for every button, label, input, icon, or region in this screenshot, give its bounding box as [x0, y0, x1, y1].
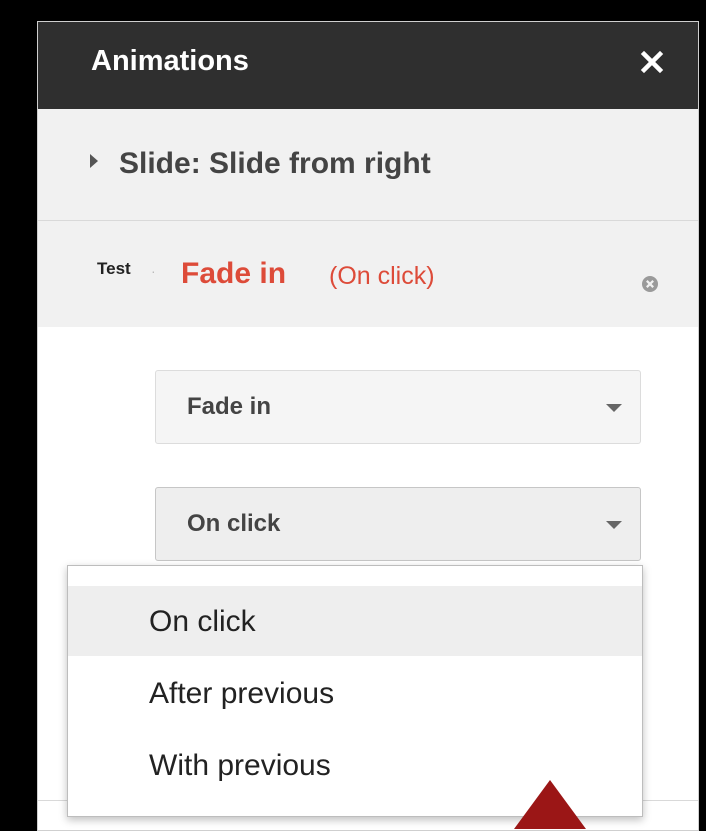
- caret-down-icon: [606, 521, 622, 529]
- caret-down-icon: [606, 404, 622, 412]
- dropdown-option-on-click[interactable]: On click: [68, 586, 642, 656]
- effect-select[interactable]: Fade in: [155, 370, 641, 444]
- dropdown-option-after-previous[interactable]: After previous: [68, 658, 642, 728]
- remove-circle-icon[interactable]: [641, 275, 659, 293]
- triangle-up-pointer-icon: [514, 780, 586, 829]
- slide-transition-label: Slide: Slide from right: [119, 147, 431, 180]
- dropdown-option-label: On click: [149, 605, 256, 638]
- panel-header: Animations: [38, 22, 698, 109]
- dropdown-option-label: After previous: [149, 677, 335, 710]
- effect-select-value: Fade in: [187, 393, 272, 420]
- dropdown-option-label: With previous: [149, 749, 331, 782]
- screenshot-frame: Animations Slide: Slide from right Test …: [0, 0, 706, 831]
- animation-item-row[interactable]: Test · Fade in (On click): [38, 221, 698, 327]
- trigger-select[interactable]: On click: [155, 487, 641, 561]
- close-icon[interactable]: [634, 44, 670, 80]
- trigger-select-value: On click: [187, 510, 281, 537]
- animation-target-separator: ·: [151, 263, 156, 279]
- slide-transition-row[interactable]: Slide: Slide from right: [38, 109, 698, 221]
- panel-title: Animations: [91, 45, 249, 77]
- triangle-right-icon[interactable]: [90, 154, 98, 168]
- animations-panel: Animations Slide: Slide from right Test …: [37, 21, 699, 831]
- animation-effect-label: Fade in: [181, 257, 287, 290]
- animation-target-label: Test: [97, 259, 131, 278]
- animation-trigger-label: (On click): [329, 262, 435, 290]
